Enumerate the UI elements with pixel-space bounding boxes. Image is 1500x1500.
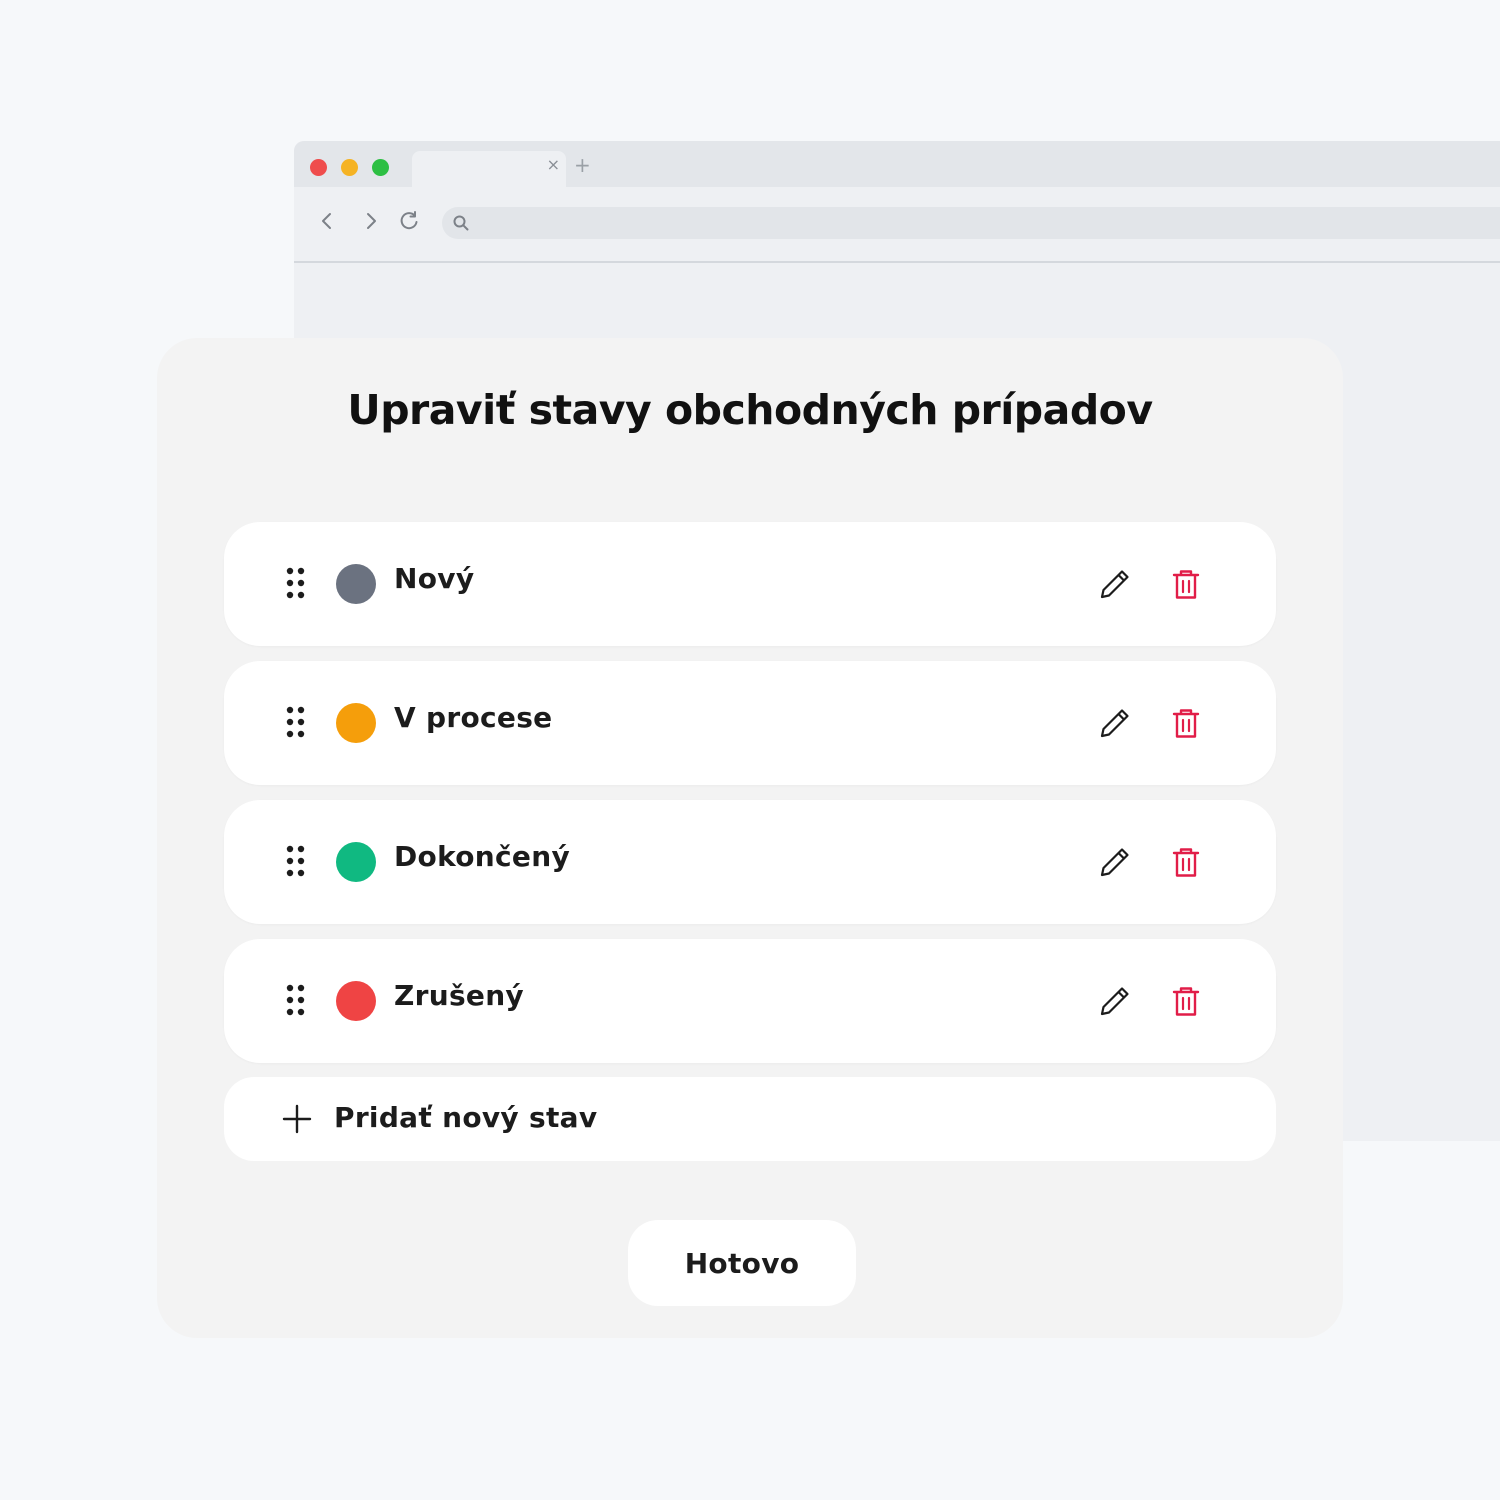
status-label: V procese <box>394 701 553 734</box>
done-button[interactable]: Hotovo <box>628 1220 856 1306</box>
pencil-icon[interactable] <box>1098 567 1132 601</box>
add-status-label: Pridať nový stav <box>334 1101 598 1134</box>
status-color-swatch <box>336 703 376 743</box>
status-color-swatch <box>336 564 376 604</box>
window-minimize-button[interactable] <box>341 159 358 176</box>
trash-icon[interactable] <box>1170 984 1202 1018</box>
plus-icon <box>282 1104 312 1134</box>
drag-handle-icon[interactable] <box>284 844 308 878</box>
status-color-swatch <box>336 842 376 882</box>
new-tab-icon[interactable]: + <box>574 153 591 177</box>
pencil-icon[interactable] <box>1098 984 1132 1018</box>
trash-icon[interactable] <box>1170 845 1202 879</box>
drag-handle-icon[interactable] <box>284 983 308 1017</box>
tab-close-icon[interactable]: × <box>547 155 560 174</box>
drag-handle-icon[interactable] <box>284 705 308 739</box>
drag-handle-icon[interactable] <box>284 566 308 600</box>
status-label: Nový <box>394 562 475 595</box>
status-label: Dokončený <box>394 840 570 873</box>
tab-bar: × + <box>294 141 1500 187</box>
add-status-button[interactable]: Pridať nový stav <box>224 1077 1276 1161</box>
address-bar[interactable] <box>442 207 1500 239</box>
forward-icon[interactable] <box>360 209 382 233</box>
status-label: Zrušený <box>394 979 524 1012</box>
status-row: Nový <box>224 522 1276 646</box>
status-row: V procese <box>224 661 1276 785</box>
window-maximize-button[interactable] <box>372 159 389 176</box>
status-row: Zrušený <box>224 939 1276 1063</box>
back-icon[interactable] <box>316 209 338 233</box>
window-close-button[interactable] <box>310 159 327 176</box>
pencil-icon[interactable] <box>1098 706 1132 740</box>
pencil-icon[interactable] <box>1098 845 1132 879</box>
search-icon <box>453 215 469 231</box>
status-row: Dokončený <box>224 800 1276 924</box>
trash-icon[interactable] <box>1170 706 1202 740</box>
reload-icon[interactable] <box>398 209 420 233</box>
edit-statuses-dialog: Upraviť stavy obchodných prípadov Nový V <box>157 338 1343 1338</box>
status-color-swatch <box>336 981 376 1021</box>
trash-icon[interactable] <box>1170 567 1202 601</box>
browser-toolbar <box>294 187 1500 263</box>
browser-tab[interactable]: × <box>412 151 566 187</box>
dialog-title: Upraviť stavy obchodných prípadov <box>347 386 1153 434</box>
